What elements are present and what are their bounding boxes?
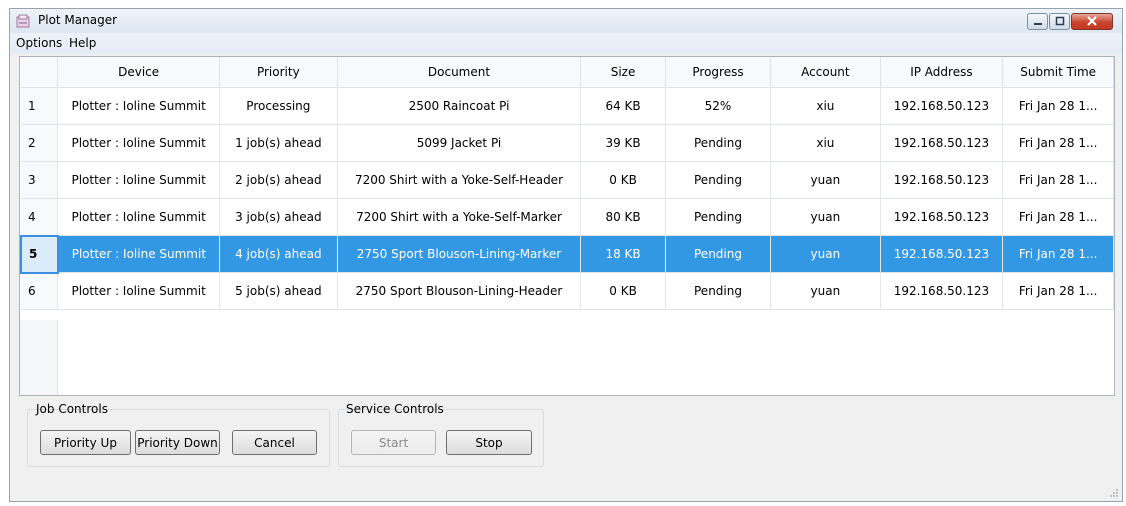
column-header-ip-address[interactable]: IP Address	[880, 57, 1004, 88]
maximize-button[interactable]	[1049, 13, 1070, 30]
row-number[interactable]: 2	[21, 124, 59, 162]
cell-submit-time: Fri Jan 28 1...	[1002, 161, 1114, 199]
cell-priority: 4 job(s) ahead	[219, 235, 338, 273]
cell-document: 2750 Sport Blouson-Lining-Marker	[337, 235, 582, 273]
cell-submit-time: Fri Jan 28 1...	[1002, 272, 1114, 310]
header-corner	[21, 57, 59, 88]
row-number[interactable]: 1	[21, 87, 59, 125]
app-icon	[16, 14, 30, 28]
cell-account: xiu	[770, 124, 881, 162]
column-header-size[interactable]: Size	[580, 57, 666, 88]
cell-device: Plotter : Ioline Summit	[57, 124, 220, 162]
cell-account: xiu	[770, 87, 881, 125]
cell-priority: 2 job(s) ahead	[219, 161, 338, 199]
cell-account: yuan	[770, 235, 881, 273]
cell-progress: Pending	[665, 198, 772, 236]
job-controls-title: Job Controls	[36, 402, 108, 416]
cell-document: 5099 Jacket Pi	[337, 124, 582, 162]
table-row[interactable]: 4 Plotter : Ioline Summit 3 job(s) ahead…	[21, 198, 1114, 236]
column-header-device[interactable]: Device	[57, 57, 220, 88]
cell-document: 2500 Raincoat Pi	[337, 87, 582, 125]
priority-down-button[interactable]: Priority Down	[135, 430, 220, 455]
resize-grip-icon[interactable]	[1109, 488, 1119, 498]
title-bar[interactable]: Plot Manager	[10, 9, 1122, 33]
cell-account: yuan	[770, 272, 881, 310]
column-header-progress[interactable]: Progress	[665, 57, 772, 88]
cell-account: yuan	[770, 198, 881, 236]
cell-account: yuan	[770, 161, 881, 199]
table-row[interactable]: 6 Plotter : Ioline Summit 5 job(s) ahead…	[21, 272, 1114, 310]
cell-device: Plotter : Ioline Summit	[57, 235, 220, 273]
cell-size: 0 KB	[580, 161, 666, 199]
cell-size: 80 KB	[580, 198, 666, 236]
cell-progress: Pending	[665, 124, 772, 162]
priority-up-button[interactable]: Priority Up	[40, 430, 131, 455]
cell-document: 2750 Sport Blouson-Lining-Header	[337, 272, 582, 310]
minimize-button[interactable]	[1027, 13, 1048, 30]
menu-options[interactable]: Options	[16, 36, 62, 50]
column-header-account[interactable]: Account	[770, 57, 881, 88]
cell-size: 64 KB	[580, 87, 666, 125]
cell-size: 0 KB	[580, 272, 666, 310]
cell-ip-address: 192.168.50.123	[880, 87, 1004, 125]
cell-size: 18 KB	[580, 235, 666, 273]
cell-priority: 1 job(s) ahead	[219, 124, 338, 162]
maximize-icon	[1055, 16, 1064, 26]
table-row[interactable]: 3 Plotter : Ioline Summit 2 job(s) ahead…	[21, 161, 1114, 199]
cell-submit-time: Fri Jan 28 1...	[1002, 235, 1114, 273]
row-number[interactable]: 5	[20, 234, 59, 274]
cell-priority: Processing	[219, 87, 338, 125]
cell-ip-address: 192.168.50.123	[880, 235, 1004, 273]
cell-submit-time: Fri Jan 28 1...	[1002, 198, 1114, 236]
plot-manager-window: Plot Manager Options Help Device Priorit…	[9, 8, 1123, 502]
cancel-button[interactable]: Cancel	[232, 430, 317, 455]
cell-device: Plotter : Ioline Summit	[57, 272, 220, 310]
row-number[interactable]: 6	[21, 272, 59, 310]
print-queue-table[interactable]: Device Priority Document Size Progress A…	[19, 56, 1115, 396]
row-number[interactable]: 3	[21, 161, 59, 199]
cell-progress: Pending	[665, 235, 772, 273]
cell-ip-address: 192.168.50.123	[880, 124, 1004, 162]
service-controls-title: Service Controls	[346, 402, 444, 416]
start-button[interactable]: Start	[351, 430, 436, 455]
close-icon	[1087, 16, 1097, 26]
cell-device: Plotter : Ioline Summit	[57, 198, 220, 236]
cell-progress: Pending	[665, 272, 772, 310]
cell-submit-time: Fri Jan 28 1...	[1002, 87, 1114, 125]
cell-document: 7200 Shirt with a Yoke-Self-Marker	[337, 198, 582, 236]
cell-ip-address: 192.168.50.123	[880, 198, 1004, 236]
table-row[interactable]: 2 Plotter : Ioline Summit 1 job(s) ahead…	[21, 124, 1114, 162]
cell-priority: 3 job(s) ahead	[219, 198, 338, 236]
cell-document: 7200 Shirt with a Yoke-Self-Header	[337, 161, 582, 199]
cell-progress: Pending	[665, 161, 772, 199]
cell-priority: 5 job(s) ahead	[219, 272, 338, 310]
table-row-selected[interactable]: 5 Plotter : Ioline Summit 4 job(s) ahead…	[20, 234, 1114, 274]
column-header-submit-time[interactable]: Submit Time	[1002, 57, 1114, 88]
cell-ip-address: 192.168.50.123	[880, 161, 1004, 199]
cell-device: Plotter : Ioline Summit	[57, 161, 220, 199]
cell-device: Plotter : Ioline Summit	[57, 87, 220, 125]
cell-size: 39 KB	[580, 124, 666, 162]
row-header-strip	[20, 320, 58, 395]
window-title: Plot Manager	[38, 13, 118, 27]
close-button[interactable]	[1071, 13, 1113, 30]
queue-grid: Device Priority Document Size Progress A…	[20, 57, 1114, 310]
column-header-priority[interactable]: Priority	[219, 57, 338, 88]
table-header-row: Device Priority Document Size Progress A…	[21, 57, 1114, 88]
menu-help[interactable]: Help	[69, 36, 96, 50]
stop-button[interactable]: Stop	[446, 430, 532, 455]
row-number[interactable]: 4	[21, 198, 59, 236]
cell-submit-time: Fri Jan 28 1...	[1002, 124, 1114, 162]
minimize-icon	[1033, 23, 1042, 25]
cell-progress: 52%	[665, 87, 772, 125]
cell-ip-address: 192.168.50.123	[880, 272, 1004, 310]
column-header-document[interactable]: Document	[337, 57, 582, 88]
table-row[interactable]: 1 Plotter : Ioline Summit Processing 250…	[21, 87, 1114, 125]
menu-bar: Options Help	[10, 33, 1122, 54]
